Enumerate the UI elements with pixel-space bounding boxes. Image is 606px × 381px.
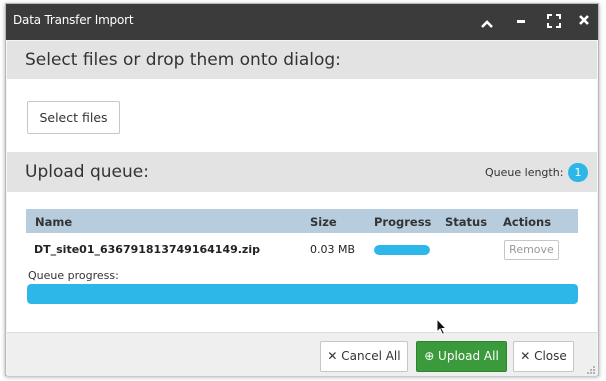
upload-queue-panel: Name Size Progress Status Actions DT_sit…: [7, 192, 597, 332]
file-progress-fill: [374, 245, 430, 255]
table-header: Name Size Progress Status Actions: [26, 209, 578, 233]
column-header-name: Name: [35, 215, 73, 229]
data-transfer-import-dialog: Data Transfer Import Select files or dro…: [5, 3, 599, 376]
maximize-icon[interactable]: [544, 13, 564, 35]
drop-zone[interactable]: Select files: [7, 79, 597, 152]
column-header-progress: Progress: [374, 215, 432, 229]
collapse-icon[interactable]: [477, 14, 497, 36]
remove-button[interactable]: Remove: [504, 240, 559, 260]
column-header-size: Size: [310, 215, 337, 229]
cancel-all-button[interactable]: ✕ Cancel All: [320, 341, 408, 372]
queue-length-badge: 1: [568, 163, 588, 182]
file-name: DT_site01_636791813749164149.zip: [34, 243, 260, 256]
select-files-header: Select files or drop them onto dialog:: [7, 41, 597, 79]
select-files-button[interactable]: Select files: [27, 101, 120, 134]
queue-length-label: Queue length:: [485, 166, 564, 179]
queue-progress-bar: [27, 284, 578, 304]
dialog-footer: ✕ Cancel All ⊕ Upload All ✕ Close: [7, 332, 597, 376]
column-header-actions: Actions: [503, 215, 552, 229]
resize-grip-icon[interactable]: [587, 366, 595, 374]
upload-queue-header: Upload queue: Queue length: 1: [7, 152, 597, 192]
close-button[interactable]: ✕ Close: [513, 341, 574, 372]
mouse-pointer-icon: [436, 318, 448, 336]
titlebar[interactable]: Data Transfer Import: [6, 4, 598, 40]
upload-all-button[interactable]: ⊕ Upload All: [416, 341, 507, 372]
file-progress-bar: [374, 245, 430, 255]
queue-progress-label: Queue progress:: [28, 269, 119, 282]
file-size: 0.03 MB: [310, 243, 356, 256]
select-files-heading: Select files or drop them onto dialog:: [25, 50, 341, 70]
queue-progress-fill: [27, 284, 578, 304]
upload-queue-heading: Upload queue:: [25, 162, 149, 182]
column-header-status: Status: [445, 215, 488, 229]
minimize-icon[interactable]: [511, 12, 531, 34]
table-row: DT_site01_636791813749164149.zip 0.03 MB…: [26, 236, 578, 262]
window-title: Data Transfer Import: [13, 13, 134, 27]
close-icon[interactable]: [574, 12, 594, 34]
